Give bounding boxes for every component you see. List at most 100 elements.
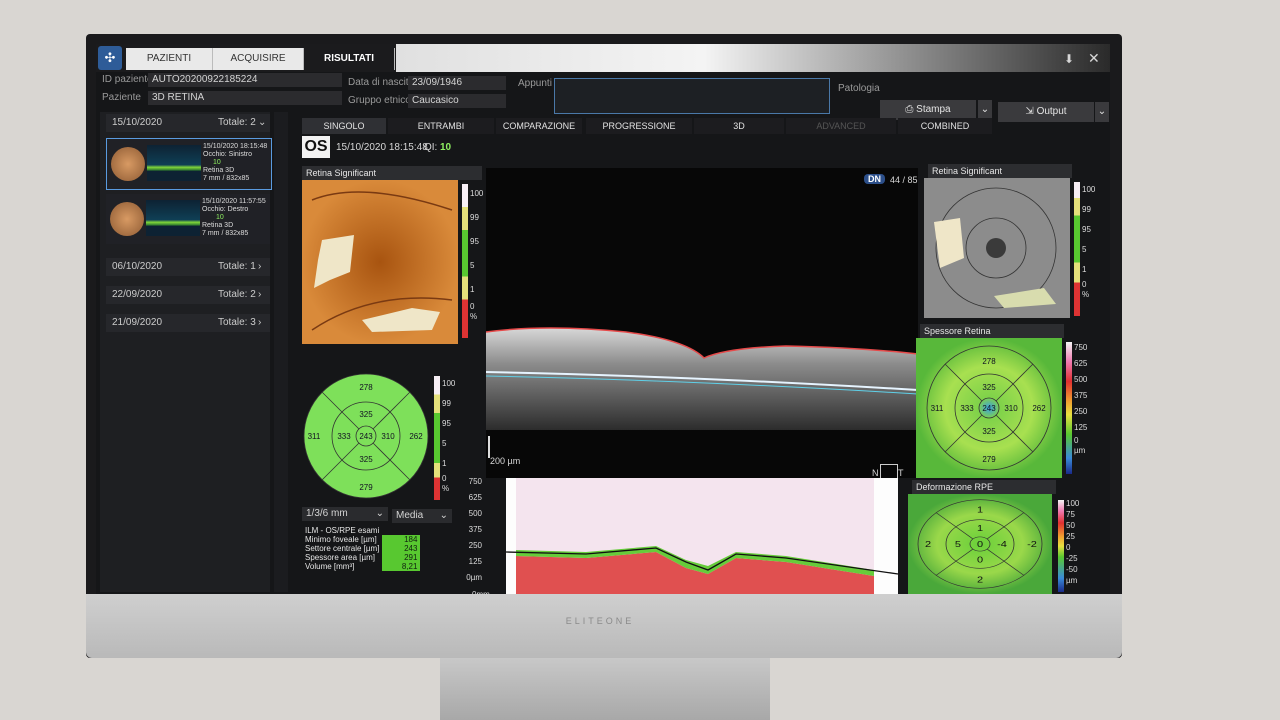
right-mid-panel-title[interactable]: Spessore Retina (920, 324, 1064, 338)
etdrs-scale-labels: 100 99 95 5 1 0 % (442, 374, 455, 494)
scale-label: 100 (470, 189, 484, 198)
tab-3d[interactable]: 3D (694, 118, 784, 134)
tab-progressione[interactable]: PROGRESSIONE (586, 118, 692, 134)
scale-label: 100 (1066, 499, 1080, 508)
etdrs-outer-right: -2 (1027, 540, 1037, 549)
scale-label: µm (1074, 446, 1086, 455)
scan-size: 7 mm / 832x85 (203, 175, 250, 182)
thickness-y-axis: 750 625 500 375 250 125 0µm (458, 474, 482, 586)
etdrs-outer-bottom: 2 (977, 576, 983, 585)
etdrs-inner-left: 333 (337, 432, 351, 441)
scale-label: 1 (1082, 265, 1087, 274)
session-date: 22/09/2020 (112, 289, 163, 300)
print-label: Stampa (916, 104, 951, 115)
eye-badge: OS (302, 136, 330, 158)
scale-label: 750 (1074, 343, 1088, 352)
statistic-select[interactable]: Media ⌄ (392, 509, 452, 523)
print-button[interactable]: ⎙ Stampa (880, 100, 976, 120)
scan-thumbnail[interactable]: 15/10/2020 11:57:55 Occhio: Destro 10 Re… (106, 194, 270, 244)
tab-combined[interactable]: COMBINED (898, 118, 992, 134)
scale-label: % (442, 484, 450, 493)
session-row[interactable]: 22/09/2020 Totale: 2 › (106, 286, 270, 304)
dn-badge: DN (864, 174, 885, 184)
ethnic-group-value: Caucasico (408, 94, 506, 108)
thickness-scale-labels: 750 625 500 375 250 125 0 µm (1074, 340, 1087, 456)
etdrs-outer-right: 262 (1032, 404, 1046, 413)
tab-pazienti[interactable]: PAZIENTI (126, 48, 213, 70)
etdrs-outer-bottom: 279 (359, 483, 373, 492)
y-tick-label: 750 (468, 477, 482, 486)
patient-id-value: AUTO20200922185224 (148, 73, 342, 87)
tab-entrambi[interactable]: ENTRAMBI (388, 118, 494, 134)
metric-label: Minimo foveale [µm] (305, 535, 377, 544)
scale-label: 0 (442, 474, 447, 483)
tab-comparazione[interactable]: COMPARAZIONE (496, 118, 582, 134)
retina-thickness-map: 278 311 262 279 325 333 310 325 243 (916, 338, 1062, 478)
sessions-sidebar: 15/10/2020 Totale: 2 ⌄ 15/10/2020 18:15:… (100, 112, 272, 592)
nasal-label: N (872, 468, 879, 478)
scale-label: 625 (1074, 359, 1088, 368)
monitor-brand: ELITEONE (565, 616, 635, 626)
etdrs-inner-left: 333 (960, 404, 974, 413)
etdrs-color-scale (434, 376, 440, 500)
scale-label: 500 (1074, 375, 1088, 384)
app-screen: ✣ PAZIENTI ACQUISIRE RISULTATI ⬇ ✕ ID pa… (96, 44, 1110, 594)
metric-label: Volume [mm³] (305, 562, 355, 571)
scale-label: % (1082, 290, 1090, 299)
y-tick-label: 0µm (466, 573, 482, 582)
scale-label: % (470, 312, 478, 321)
etdrs-inner-right: 310 (1004, 404, 1018, 413)
patient-id-label: ID paziente (102, 74, 153, 85)
session-row[interactable]: 06/10/2020 Totale: 1 › (106, 258, 270, 276)
bscan-scalebar: 200 µm (490, 456, 521, 466)
bscan-image (485, 327, 919, 430)
chevron-down-icon: ⌄ (439, 510, 448, 521)
tab-acquisire[interactable]: ACQUISIRE (213, 48, 304, 70)
left-panel-title[interactable]: Retina Significant (302, 166, 482, 180)
fundus-thumbnail-image (110, 202, 144, 236)
right-top-panel-title[interactable]: Retina Significant (928, 164, 1072, 178)
app-logo-icon[interactable]: ✣ (98, 46, 122, 70)
session-row[interactable]: 15/10/2020 Totale: 2 ⌄ (106, 114, 270, 132)
tab-risultati[interactable]: RISULTATI (304, 48, 395, 70)
chevron-right-icon: › (258, 289, 262, 300)
print-dropdown-chevron-icon[interactable]: ⌄ (978, 100, 992, 120)
scale-label: 0 (1082, 280, 1087, 289)
output-button[interactable]: ⇲ Output (998, 102, 1094, 122)
chevron-right-icon: › (258, 317, 262, 328)
oct-thumbnail-image (146, 200, 200, 236)
grid-size-select[interactable]: 1/3/6 mm ⌄ (302, 507, 388, 521)
thickness-profile-chart (505, 478, 899, 594)
scale-label: 5 (442, 439, 447, 448)
scale-label: 1 (442, 459, 447, 468)
etdrs-center: 243 (982, 404, 996, 413)
scan-datetime: 15/10/2020 11:57:55 (202, 198, 266, 205)
scale-label: 25 (1066, 532, 1075, 541)
scan-size: 7 mm / 832x85 (202, 230, 249, 237)
output-label: Output (1036, 106, 1067, 117)
fundus-thumbnail-image (111, 147, 145, 181)
session-date: 21/09/2020 (112, 317, 163, 328)
statistic-value: Media (396, 510, 424, 521)
scale-label: 95 (442, 419, 451, 428)
session-row[interactable]: 21/09/2020 Totale: 3 › (106, 314, 270, 332)
right-bottom-panel-title[interactable]: Deformazione RPE (912, 480, 1056, 494)
sidebar-scrollbar[interactable] (274, 112, 288, 592)
metric-value: 291 (382, 553, 421, 562)
grid-size-value: 1/3/6 mm (306, 508, 348, 519)
tab-advanced[interactable]: ADVANCED (786, 118, 896, 134)
close-icon[interactable]: ✕ (1088, 50, 1100, 67)
etdrs-center: 243 (359, 432, 373, 441)
etdrs-outer-right: 262 (409, 432, 423, 441)
download-icon[interactable]: ⬇ (1064, 52, 1074, 66)
output-dropdown-chevron-icon[interactable]: ⌄ (1095, 102, 1109, 122)
bscan-view[interactable] (485, 168, 919, 478)
etdrs-inner-bottom: 0 (977, 556, 983, 565)
notes-input[interactable] (554, 78, 830, 114)
pathology-label: Patologia (838, 83, 880, 94)
tab-singolo[interactable]: SINGOLO (302, 118, 386, 134)
scan-thumbnail[interactable]: 15/10/2020 18:15:48 Occhio: Sinistro 10 … (106, 138, 272, 190)
printer-icon: ⎙ (905, 104, 917, 115)
exam-datetime: 15/10/2020 18:15:48 (336, 142, 428, 153)
y-tick-label: 250 (468, 541, 482, 550)
